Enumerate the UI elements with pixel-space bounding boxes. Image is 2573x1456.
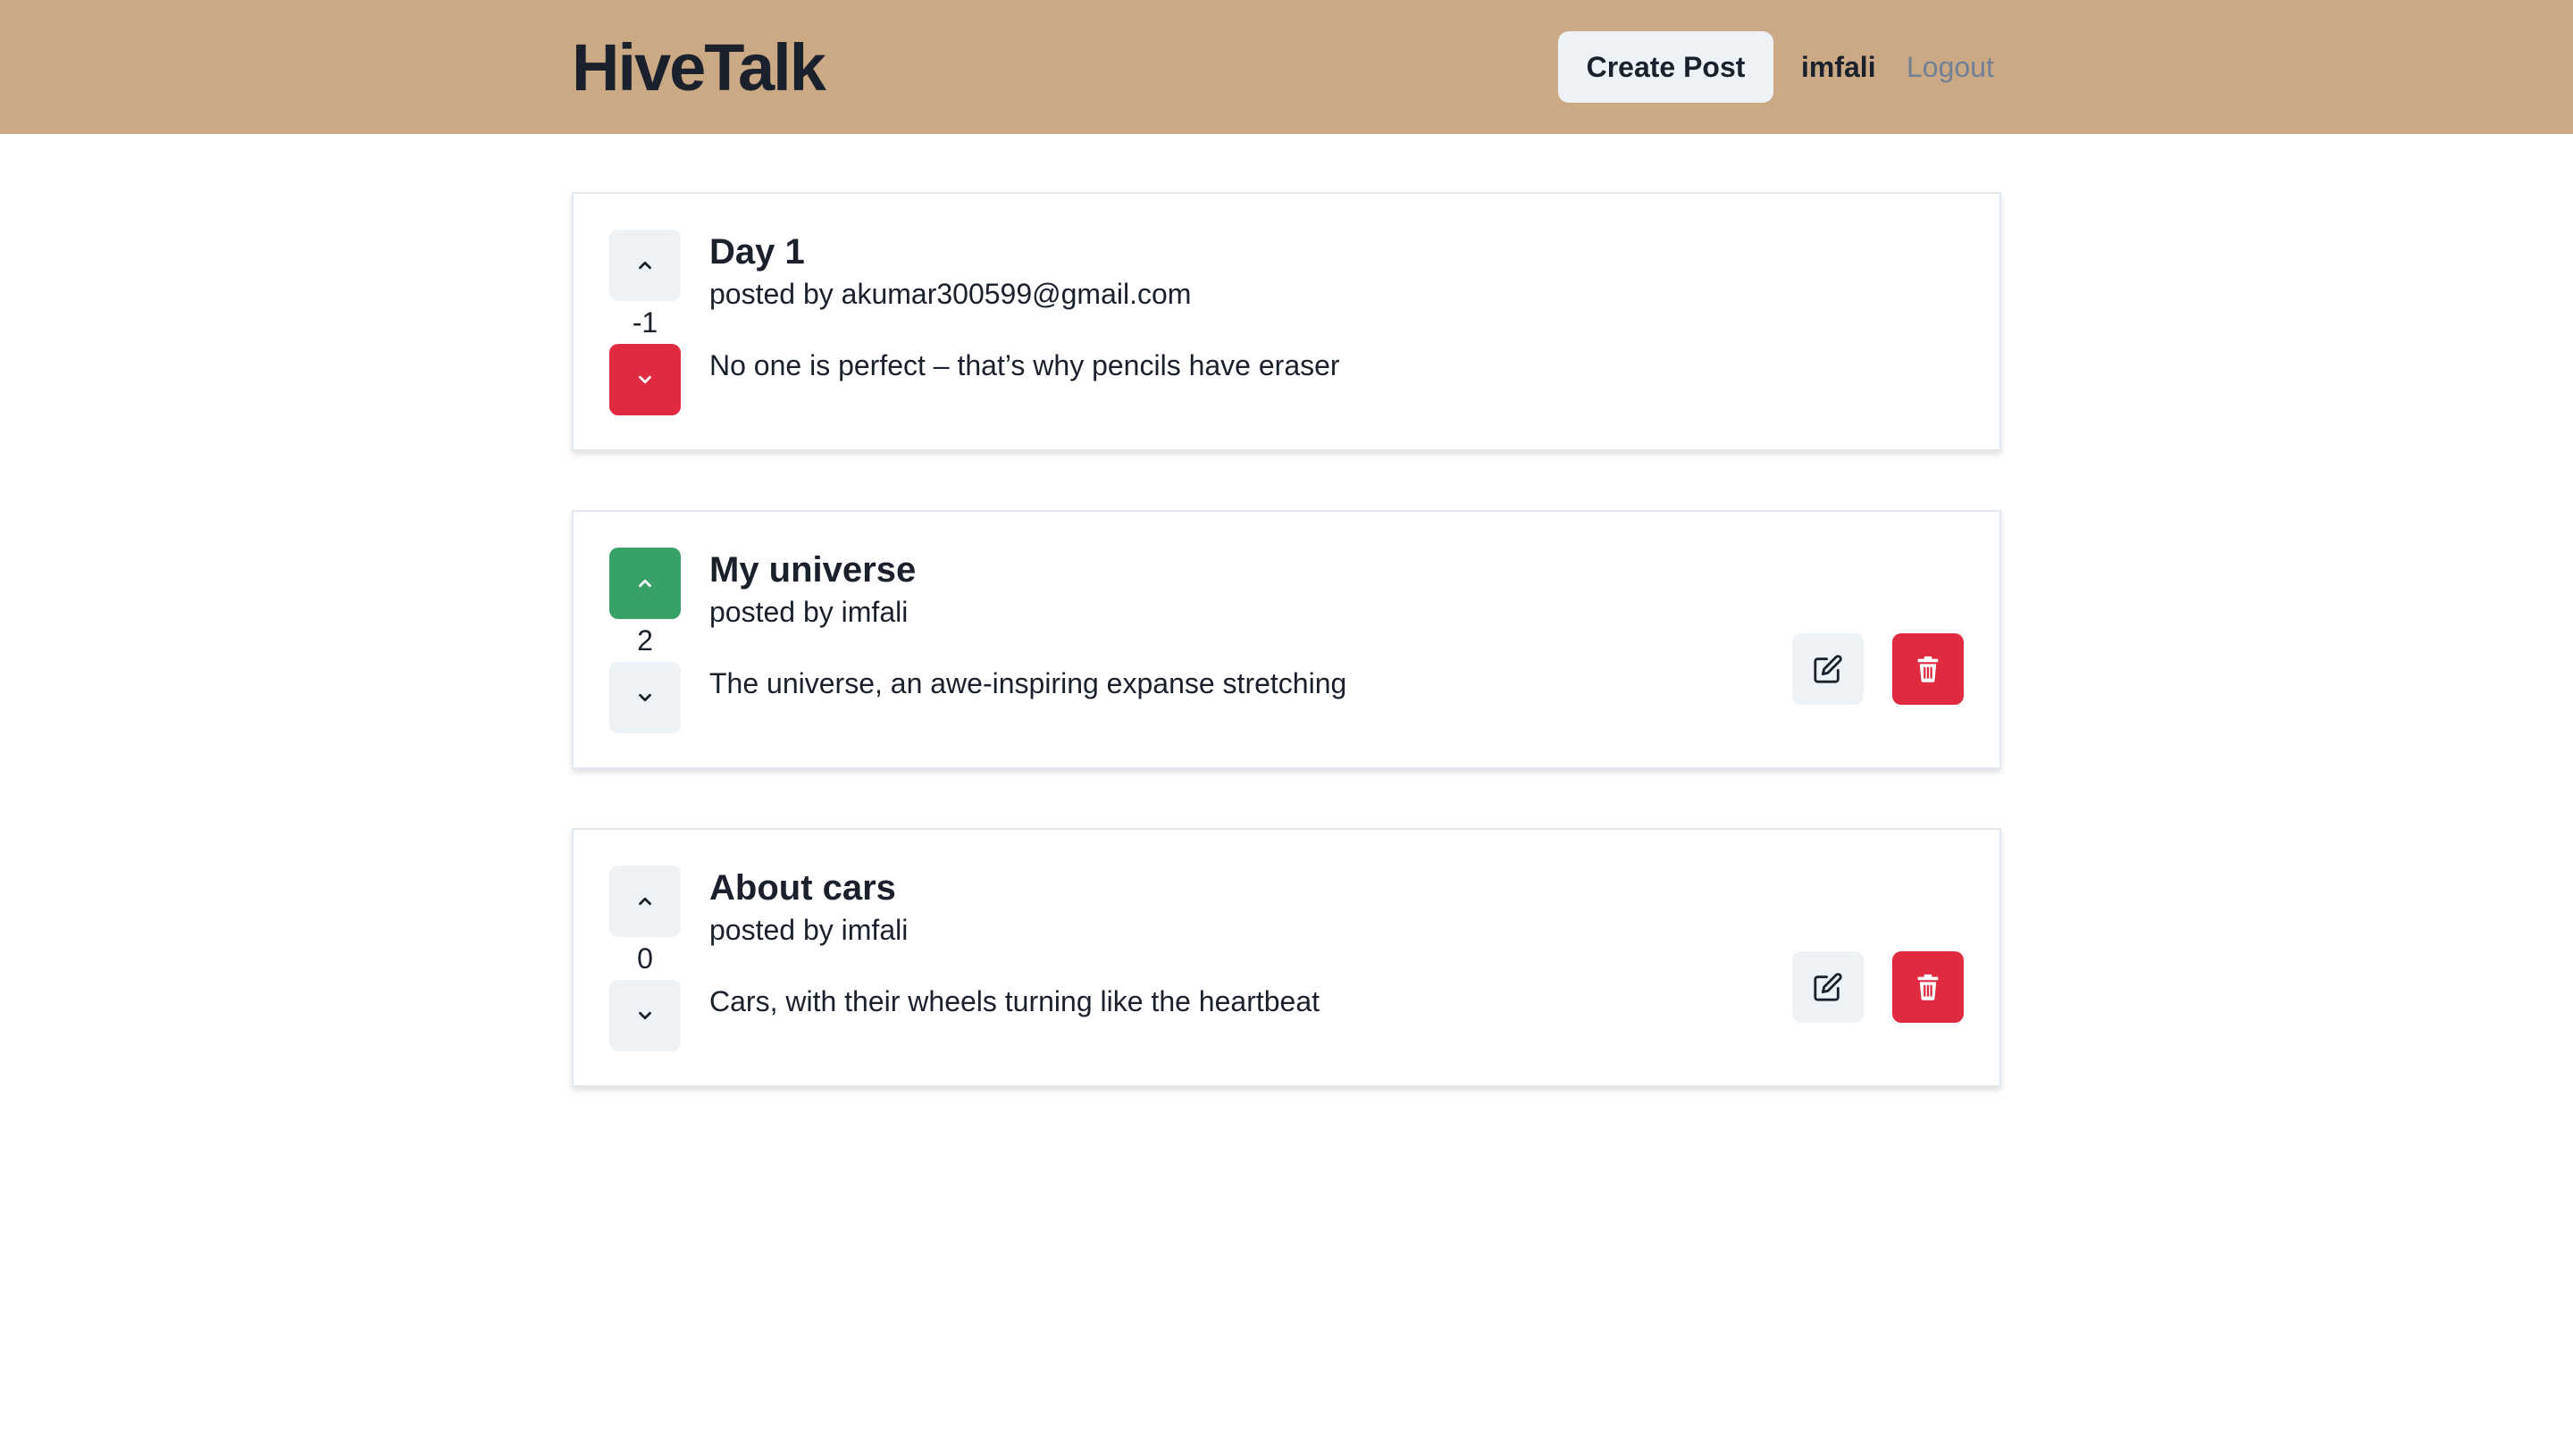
- vote-count: 2: [637, 624, 653, 657]
- chevron-up-icon: [639, 579, 651, 588]
- top-header: HiveTalk Create Post imfali Logout: [0, 0, 2573, 134]
- chevron-down-icon: [639, 1011, 651, 1020]
- app-logo[interactable]: HiveTalk: [572, 32, 826, 104]
- post-title: Day 1: [709, 232, 805, 272]
- downvote-button[interactable]: [609, 662, 681, 733]
- delete-post-button[interactable]: [1892, 633, 1964, 705]
- delete-post-button[interactable]: [1892, 951, 1964, 1023]
- edit-post-button[interactable]: [1792, 633, 1864, 705]
- create-post-button[interactable]: Create Post: [1558, 31, 1773, 103]
- upvote-button[interactable]: [609, 230, 681, 301]
- edit-post-button[interactable]: [1792, 951, 1864, 1023]
- logout-link[interactable]: Logout: [1907, 49, 1994, 85]
- vote-count: -1: [632, 306, 658, 339]
- post-author: posted by akumar300599@gmail.com: [709, 278, 1192, 310]
- edit-icon: [1814, 973, 1842, 1001]
- post-card: 2 My universe posted by imfali The unive…: [572, 510, 2001, 769]
- downvote-button[interactable]: [609, 980, 681, 1051]
- downvote-button[interactable]: [609, 344, 681, 415]
- username-label: imfali: [1801, 51, 1876, 83]
- post-body: No one is perfect – that’s why pencils h…: [709, 349, 1340, 381]
- trash-icon: [1917, 974, 1939, 1000]
- post-title: About cars: [709, 868, 896, 908]
- post-card: 0 About cars posted by imfali Cars, with…: [572, 828, 2001, 1087]
- post-card: -1 Day 1 posted by akumar300599@gmail.co…: [572, 192, 2001, 451]
- post-title: My universe: [709, 550, 917, 590]
- post-author: posted by imfali: [709, 596, 909, 628]
- trash-icon: [1917, 656, 1939, 682]
- chevron-up-icon: [639, 261, 651, 270]
- chevron-down-icon: [639, 375, 651, 384]
- chevron-down-icon: [639, 693, 651, 702]
- post-author: posted by imfali: [709, 914, 909, 946]
- upvote-button[interactable]: [609, 866, 681, 937]
- vote-count: 0: [637, 942, 653, 975]
- chevron-up-icon: [639, 897, 651, 906]
- post-body: Cars, with their wheels turning like the…: [709, 985, 1320, 1017]
- edit-icon: [1814, 655, 1842, 683]
- post-body: The universe, an awe-inspiring expanse s…: [709, 667, 1347, 699]
- upvote-button[interactable]: [609, 548, 681, 619]
